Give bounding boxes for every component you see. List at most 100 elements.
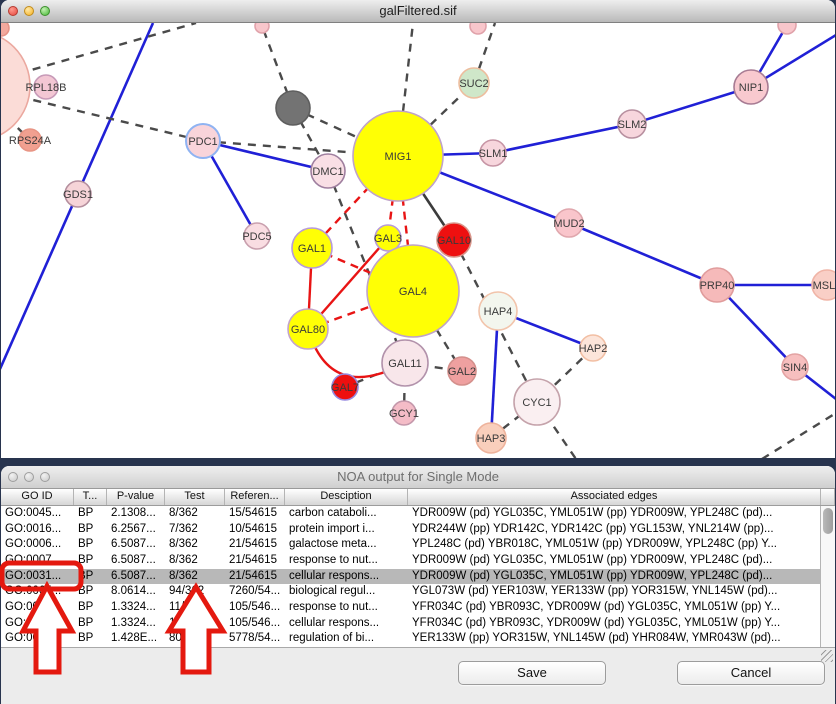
table-cell: 1.3324... [107,600,165,616]
node-label: PDC1 [188,136,217,148]
table-cell: 21/54615 [225,537,285,553]
column-header-p-value[interactable]: P-value [107,489,165,505]
table-row[interactable]: GO:0050...BP1.428E...80/3625778/54...reg… [1,631,835,647]
table-cell: GO:0031... [1,600,74,616]
network-window-title: galFiltered.sif [379,3,456,18]
node-label: RPL18B [26,82,67,94]
table-cell: 8/362 [165,569,225,585]
table-cell: cellular respons... [285,569,408,585]
table-row[interactable]: GO:0016...BP6.2567...7/36210/54615protei… [1,522,835,538]
table-cell: BP [74,616,107,632]
network-node-tr[interactable] [778,23,796,34]
table-cell: 80/362 [165,631,225,647]
table-row[interactable]: GO:0006...BP6.5087...8/36221/54615galact… [1,537,835,553]
network-edge[interactable] [762,413,835,458]
network-canvas[interactable]: RPL18BRPS24AGDS1PDC1DMC1MIG1SUC2SLM1SLM2… [1,23,835,458]
table-cell: BP [74,537,107,553]
network-edge[interactable] [632,87,751,124]
table-cell: GO:0065... [1,584,74,600]
column-header-associated-edges[interactable]: Associated edges [408,489,821,505]
noa-output-window: NOA output for Single Mode GO IDT...P-va… [1,466,835,704]
save-button[interactable]: Save [458,661,606,685]
table-cell: YFR034C (pd) YBR093C, YDR009W (pd) YGL03… [408,616,821,632]
node-label: CYC1 [522,397,551,409]
node-label: GAL10 [437,235,471,247]
table-cell: protein import i... [285,522,408,538]
node-label: GCY1 [389,408,419,420]
node-label: GAL80 [291,324,325,336]
node-label: PDC5 [242,231,271,243]
network-node-tl[interactable] [1,23,9,36]
table-cell: YDR009W (pd) YGL035C, YML051W (pp) YDR00… [408,506,821,522]
table-cell: GO:0016... [1,522,74,538]
table-cell: BP [74,600,107,616]
table-cell: BP [74,522,107,538]
network-node-tc2[interactable] [255,23,269,33]
node-label: HAP4 [484,306,513,318]
table-cell: 8/362 [165,506,225,522]
table-cell: galactose meta... [285,537,408,553]
table-cell: 11/362 [165,616,225,632]
noa-window-titlebar[interactable]: NOA output for Single Mode [1,466,835,489]
node-label: MIG1 [385,151,412,163]
table-cell: 8.0614... [107,584,165,600]
table-cell: 94/362 [165,584,225,600]
close-button[interactable] [8,6,18,16]
table-row[interactable]: GO:0031...BP6.5087...8/36221/54615cellul… [1,569,835,585]
zoom-button[interactable] [40,472,50,482]
minimize-button[interactable] [24,6,34,16]
table-cell: carbon cataboli... [285,506,408,522]
node-label: HAP2 [579,343,608,355]
table-row[interactable]: GO:0031...BP1.3324...11/362105/546...res… [1,600,835,616]
resize-grip-icon[interactable] [821,650,833,662]
table-cell: 6.5087... [107,537,165,553]
network-edge[interactable] [493,124,632,153]
node-label: GAL7 [331,382,359,394]
network-node-darknode[interactable] [276,91,310,125]
column-header-t---[interactable]: T... [74,489,107,505]
table-cell: 6.5087... [107,569,165,585]
close-button[interactable] [8,472,18,482]
network-node-tc[interactable] [470,23,486,34]
table-row[interactable]: GO:0045...BP2.1308...8/36215/54615carbon… [1,506,835,522]
node-label: GAL2 [448,366,476,378]
network-window-titlebar[interactable]: galFiltered.sif [1,0,835,23]
vertical-scrollbar[interactable] [820,506,835,647]
zoom-button[interactable] [40,6,50,16]
table-cell: YDR009W (pd) YGL035C, YML051W (pp) YDR00… [408,553,821,569]
minimize-button[interactable] [24,472,34,482]
table-cell: 6.5087... [107,553,165,569]
table-cell: BP [74,631,107,647]
table-cell: 1.428E... [107,631,165,647]
table-cell: regulation of bi... [285,631,408,647]
table-cell: GO:0031... [1,569,74,585]
column-header-go-id[interactable]: GO ID [1,489,74,505]
network-edge[interactable] [1,23,196,86]
node-label: MSL1 [813,280,835,292]
screenshot-root: { "network_window": { "title": "galFilte… [0,0,836,704]
table-cell: GO:0050... [1,631,74,647]
column-header-desciption[interactable]: Desciption [285,489,408,505]
table-cell: 105/546... [225,616,285,632]
table-cell: BP [74,569,107,585]
table-row[interactable]: GO:0031...BP1.3324...11/362105/546...cel… [1,616,835,632]
node-label: HAP3 [477,433,506,445]
table-row[interactable]: GO:0065...BP8.0614...94/3627260/54...bio… [1,584,835,600]
table-cell: BP [74,584,107,600]
column-header-referen---[interactable]: Referen... [225,489,285,505]
scrollbar-thumb[interactable] [823,508,833,534]
table-cell: biological regul... [285,584,408,600]
node-label: MUD2 [553,218,584,230]
table-cell: YPL248C (pd) YBR018C, YML051W (pp) YDR00… [408,537,821,553]
cancel-button[interactable]: Cancel [677,661,825,685]
node-label: DMC1 [312,166,343,178]
table-cell: 8/362 [165,537,225,553]
table-cell: 105/546... [225,600,285,616]
table-cell: 7/362 [165,522,225,538]
table-cell: 1.3324... [107,616,165,632]
network-edge[interactable] [569,223,717,285]
node-label: SUC2 [459,78,488,90]
table-cell: 5778/54... [225,631,285,647]
table-row[interactable]: GO:0007...BP6.5087...8/36221/54615respon… [1,553,835,569]
column-header-test[interactable]: Test [165,489,225,505]
